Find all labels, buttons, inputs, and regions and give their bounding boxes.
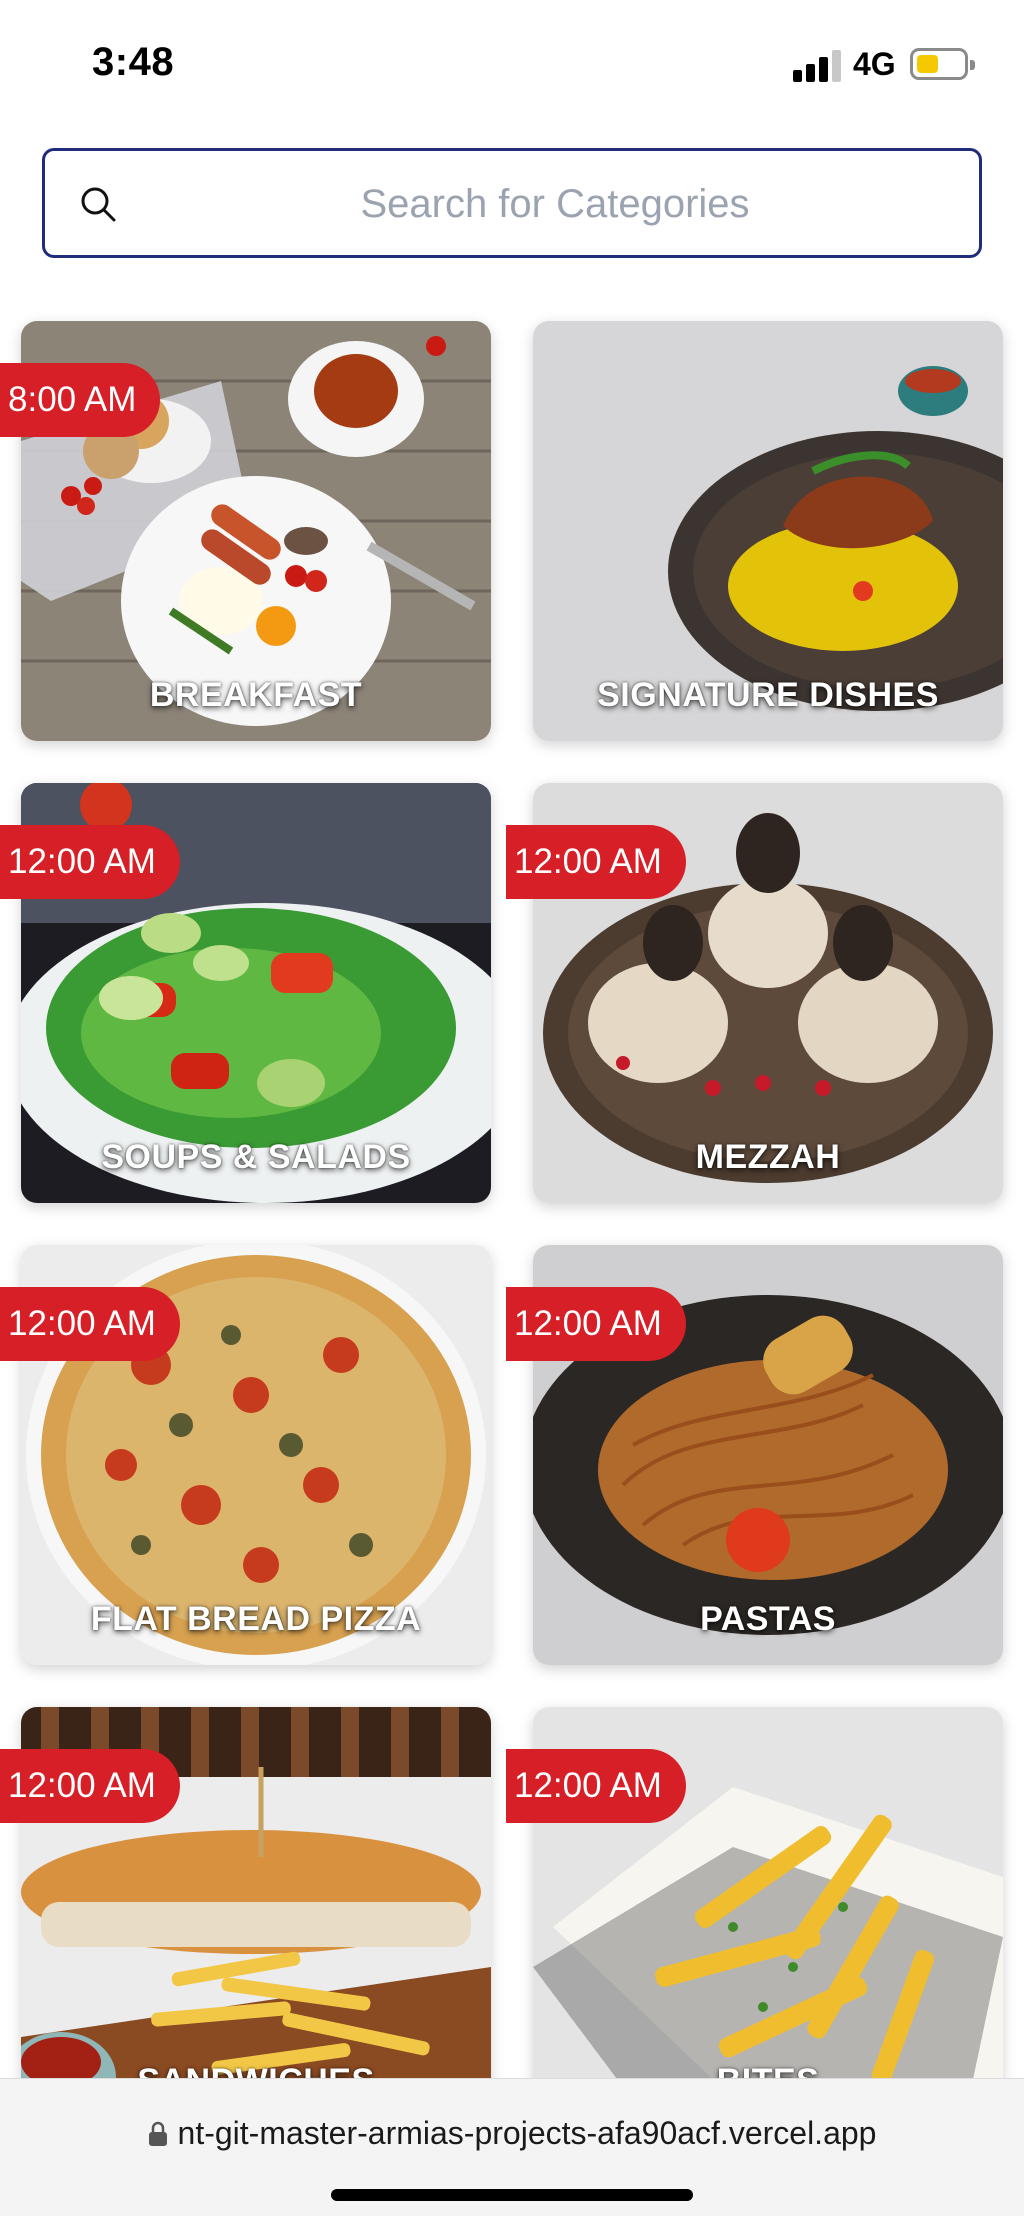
category-card-signature-dishes[interactable]: SIGNATURE DISHES bbox=[533, 321, 1003, 741]
battery-icon bbox=[910, 48, 975, 80]
category-title: SOUPS & SALADS bbox=[101, 1138, 411, 1176]
signal-strength-icon bbox=[793, 48, 841, 82]
time-badge: 12:00 AM bbox=[506, 1749, 686, 1823]
browser-bottom-bar: nt-git-master-armias-projects-afa90acf.v… bbox=[0, 2078, 1024, 2216]
search-bar[interactable] bbox=[42, 148, 982, 258]
time-badge: 12:00 AM bbox=[506, 825, 686, 899]
status-time: 3:48 bbox=[92, 40, 175, 84]
category-title: FLAT BREAD PIZZA bbox=[90, 1600, 422, 1638]
time-badge: 12:00 AM bbox=[0, 1749, 180, 1823]
address-bar[interactable]: nt-git-master-armias-projects-afa90acf.v… bbox=[0, 2115, 1024, 2152]
time-badge: 12:00 AM bbox=[0, 825, 180, 899]
home-indicator[interactable] bbox=[331, 2189, 693, 2201]
time-badge: 12:00 AM bbox=[0, 1287, 180, 1361]
time-badge: 8:00 AM bbox=[0, 363, 161, 437]
time-badge: 12:00 AM bbox=[506, 1287, 686, 1361]
url-text: nt-git-master-armias-projects-afa90acf.v… bbox=[177, 2115, 877, 2151]
category-title: MEZZAH bbox=[695, 1138, 841, 1176]
category-title: PASTAS bbox=[700, 1600, 836, 1638]
lock-icon bbox=[148, 2121, 167, 2146]
network-label: 4G bbox=[853, 46, 896, 82]
category-title: SIGNATURE DISHES bbox=[597, 676, 939, 714]
status-bar: 3:48 4G bbox=[0, 0, 1024, 130]
search-input[interactable] bbox=[145, 171, 965, 237]
category-title: BREAKFAST bbox=[149, 676, 363, 714]
search-icon bbox=[81, 187, 116, 222]
